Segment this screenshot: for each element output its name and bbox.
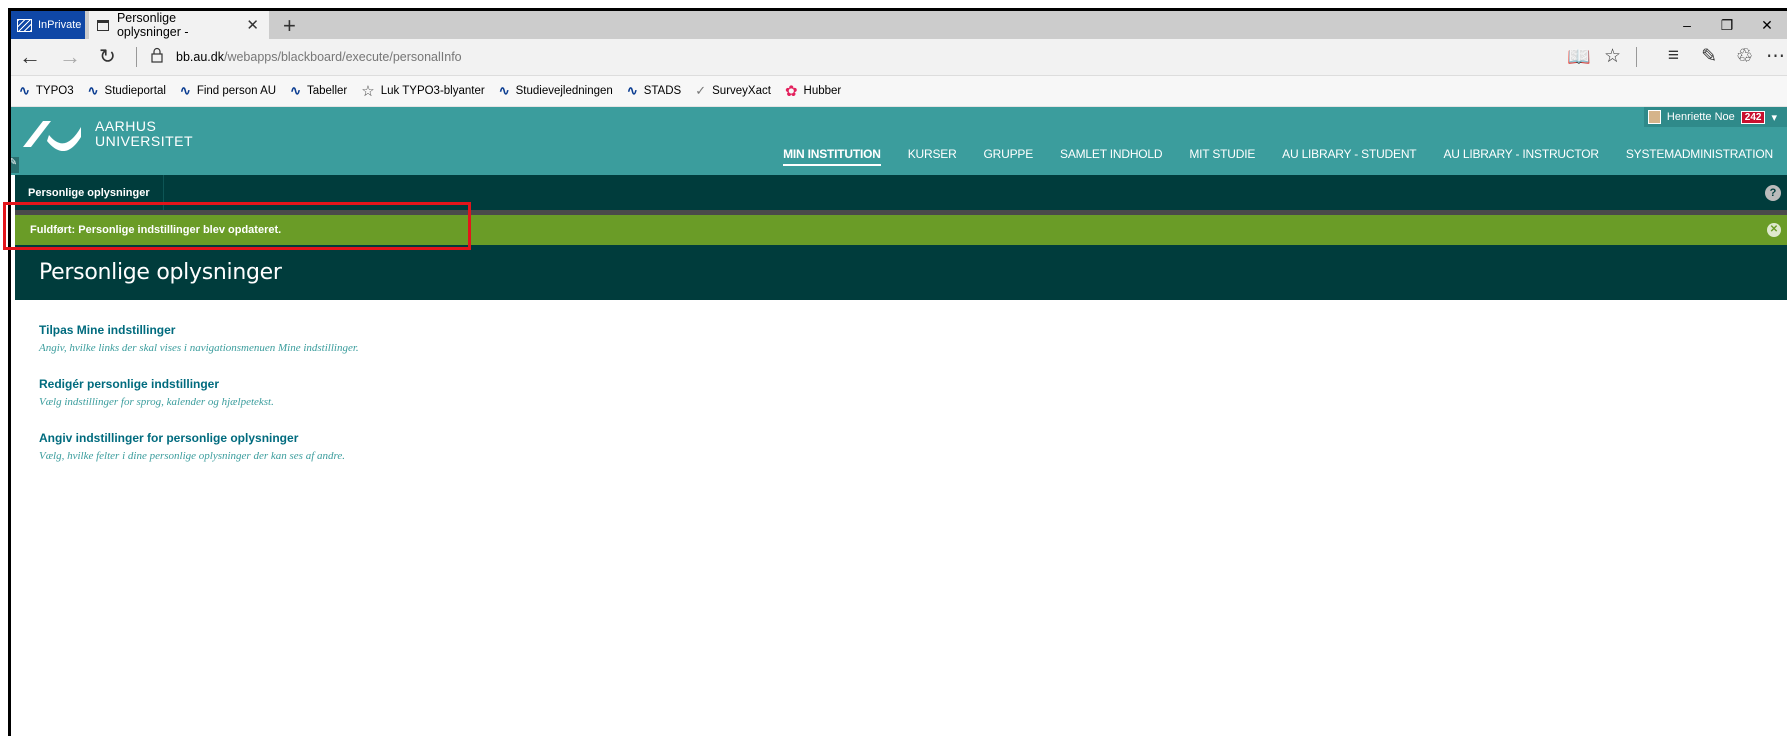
breadcrumb-item[interactable]: Personlige oplysninger	[15, 175, 164, 210]
nav-systemadministration[interactable]: SYSTEMADMINISTRATION	[1626, 147, 1773, 166]
logo-text: AARHUS UNIVERSITET	[95, 118, 194, 149]
web-note-icon[interactable]: ✎	[1701, 45, 1717, 68]
favorite-studieportal[interactable]: ∿ Studieportal	[88, 83, 166, 99]
tab-title: Personlige oplysninger -	[116, 11, 189, 39]
more-icon[interactable]: ⋯	[1766, 45, 1785, 68]
inprivate-label: InPrivate	[38, 19, 82, 31]
help-icon[interactable]: ?	[1765, 185, 1781, 201]
page-title: Personlige oplysninger	[39, 260, 282, 285]
favorite-star-icon[interactable]: ☆	[1604, 45, 1621, 68]
link-rediger-personlige-indstillinger[interactable]: Redigér personlige indstillinger	[39, 377, 1787, 391]
address-bar: ← → ↻ bb.au.dk/webapps/blackboard/execut…	[11, 39, 1787, 76]
new-tab-button[interactable]: +	[283, 13, 296, 39]
favorite-hubber[interactable]: ✿ Hubber	[785, 82, 841, 100]
favorite-find-person[interactable]: ∿ Find person AU	[180, 83, 276, 99]
au-wave-icon: ∿	[179, 83, 191, 98]
site-header: AARHUS UNIVERSITET Henriette Noe 242 ▾ ✎…	[11, 107, 1787, 175]
back-arrow-icon[interactable]: ←	[19, 44, 41, 70]
favorite-tabeller[interactable]: ∿ Tabeller	[290, 83, 347, 99]
list-item: Tilpas Mine indstillinger Angiv, hvilke …	[39, 323, 1787, 354]
star-icon: ☆	[361, 83, 375, 100]
url-field[interactable]: bb.au.dk/webapps/blackboard/execute/pers…	[176, 50, 462, 64]
success-receipt: Fuldført: Personlige indstillinger blev …	[15, 215, 1787, 245]
lock-icon	[151, 47, 163, 63]
favorite-typo3[interactable]: ∿ TYPO3	[19, 83, 74, 99]
check-icon: ✓	[695, 83, 707, 98]
breadcrumb: Personlige oplysninger ?	[15, 175, 1787, 210]
separator	[1636, 47, 1637, 67]
favorite-stads[interactable]: ∿ STADS	[627, 83, 681, 99]
au-logo-icon	[23, 121, 81, 151]
favorites-bar: ∿ TYPO3 ∿ Studieportal ∿ Find person AU ∿ Ta…	[11, 76, 1787, 107]
reading-view-icon[interactable]: 📖	[1567, 45, 1591, 69]
favorite-surveyxact[interactable]: ✓ SurveyXact	[695, 83, 771, 99]
notification-badge: 242	[1740, 110, 1766, 124]
tab-bar: InPrivate Personlige oplysninger - ✕ + –…	[11, 11, 1787, 39]
link-angiv-indstillinger[interactable]: Angiv indstillinger for personlige oplys…	[39, 431, 1787, 445]
content-list: Tilpas Mine indstillinger Angiv, hvilke …	[11, 300, 1787, 462]
au-wave-icon: ∿	[19, 83, 30, 98]
close-tab-icon[interactable]: ✕	[246, 16, 259, 34]
link-tilpas-mine-indstillinger[interactable]: Tilpas Mine indstillinger	[39, 323, 1787, 337]
url-path: /webapps/blackboard/execute/personalInfo	[223, 50, 462, 64]
au-logo[interactable]: AARHUS UNIVERSITET	[21, 115, 193, 151]
user-name: Henriette Noe	[1666, 111, 1735, 123]
nav-mit-studie[interactable]: MIT STUDIE	[1189, 147, 1255, 166]
user-menu[interactable]: Henriette Noe 242 ▾	[1643, 107, 1787, 127]
hubber-icon: ✿	[784, 83, 798, 100]
url-domain: bb.au.dk	[176, 50, 224, 64]
minimize-button[interactable]: –	[1667, 11, 1707, 39]
list-item: Redigér personlige indstillinger Vælg in…	[39, 377, 1787, 408]
restore-button[interactable]: ❐	[1707, 11, 1747, 39]
hub-icon[interactable]: ≡	[1668, 45, 1679, 67]
success-message: Fuldført: Personlige indstillinger blev …	[30, 224, 282, 236]
page-icon	[97, 19, 109, 31]
nav-au-library-student[interactable]: AU LIBRARY - STUDENT	[1282, 147, 1416, 166]
browser-tab[interactable]: Personlige oplysninger - ✕	[89, 11, 269, 39]
item-description: Vælg, hvilke felter i dine personlige op…	[39, 450, 346, 462]
chevron-down-icon[interactable]: ▾	[1771, 111, 1777, 124]
nav-kurser[interactable]: KURSER	[908, 147, 957, 166]
inprivate-indicator: InPrivate	[11, 11, 85, 39]
share-icon[interactable]: ♲	[1736, 45, 1753, 68]
window-controls: – ❐ ✕	[1667, 11, 1787, 39]
au-wave-icon: ∿	[290, 83, 301, 98]
au-wave-icon: ∿	[498, 83, 510, 98]
page-title-bar: Personlige oplysninger	[15, 245, 1787, 300]
au-wave-icon: ∿	[87, 83, 99, 98]
refresh-icon[interactable]: ↻	[99, 44, 116, 69]
close-icon[interactable]: ✕	[1767, 223, 1781, 237]
item-description: Angiv, hvilke links der skal vises i nav…	[39, 342, 359, 354]
nav-au-library-instructor[interactable]: AU LIBRARY - INSTRUCTOR	[1443, 147, 1599, 166]
separator	[136, 47, 137, 67]
nav-gruppe[interactable]: GRUPPE	[984, 147, 1034, 166]
favorite-luk-typo3[interactable]: ☆ Luk TYPO3-blyanter	[361, 82, 484, 100]
avatar	[1647, 110, 1661, 124]
au-wave-icon: ∿	[626, 83, 638, 98]
inprivate-icon	[17, 18, 32, 32]
edit-mode-icon[interactable]: ✎	[11, 157, 19, 173]
browser-window: InPrivate Personlige oplysninger - ✕ + –…	[8, 8, 1787, 736]
nav-samlet-indhold[interactable]: SAMLET INDHOLD	[1060, 147, 1163, 166]
forward-arrow-icon[interactable]: →	[59, 44, 81, 70]
nav-min-institution[interactable]: MIN INSTITUTION	[783, 147, 881, 166]
item-description: Vælg indstillinger for sprog, kalender o…	[39, 396, 274, 408]
main-nav: MIN INSTITUTION KURSER GRUPPE SAMLET IND…	[783, 147, 1787, 166]
close-window-button[interactable]: ✕	[1747, 11, 1787, 39]
list-item: Angiv indstillinger for personlige oplys…	[39, 431, 1787, 462]
favorite-studievejledningen[interactable]: ∿ Studievejledningen	[499, 83, 613, 99]
